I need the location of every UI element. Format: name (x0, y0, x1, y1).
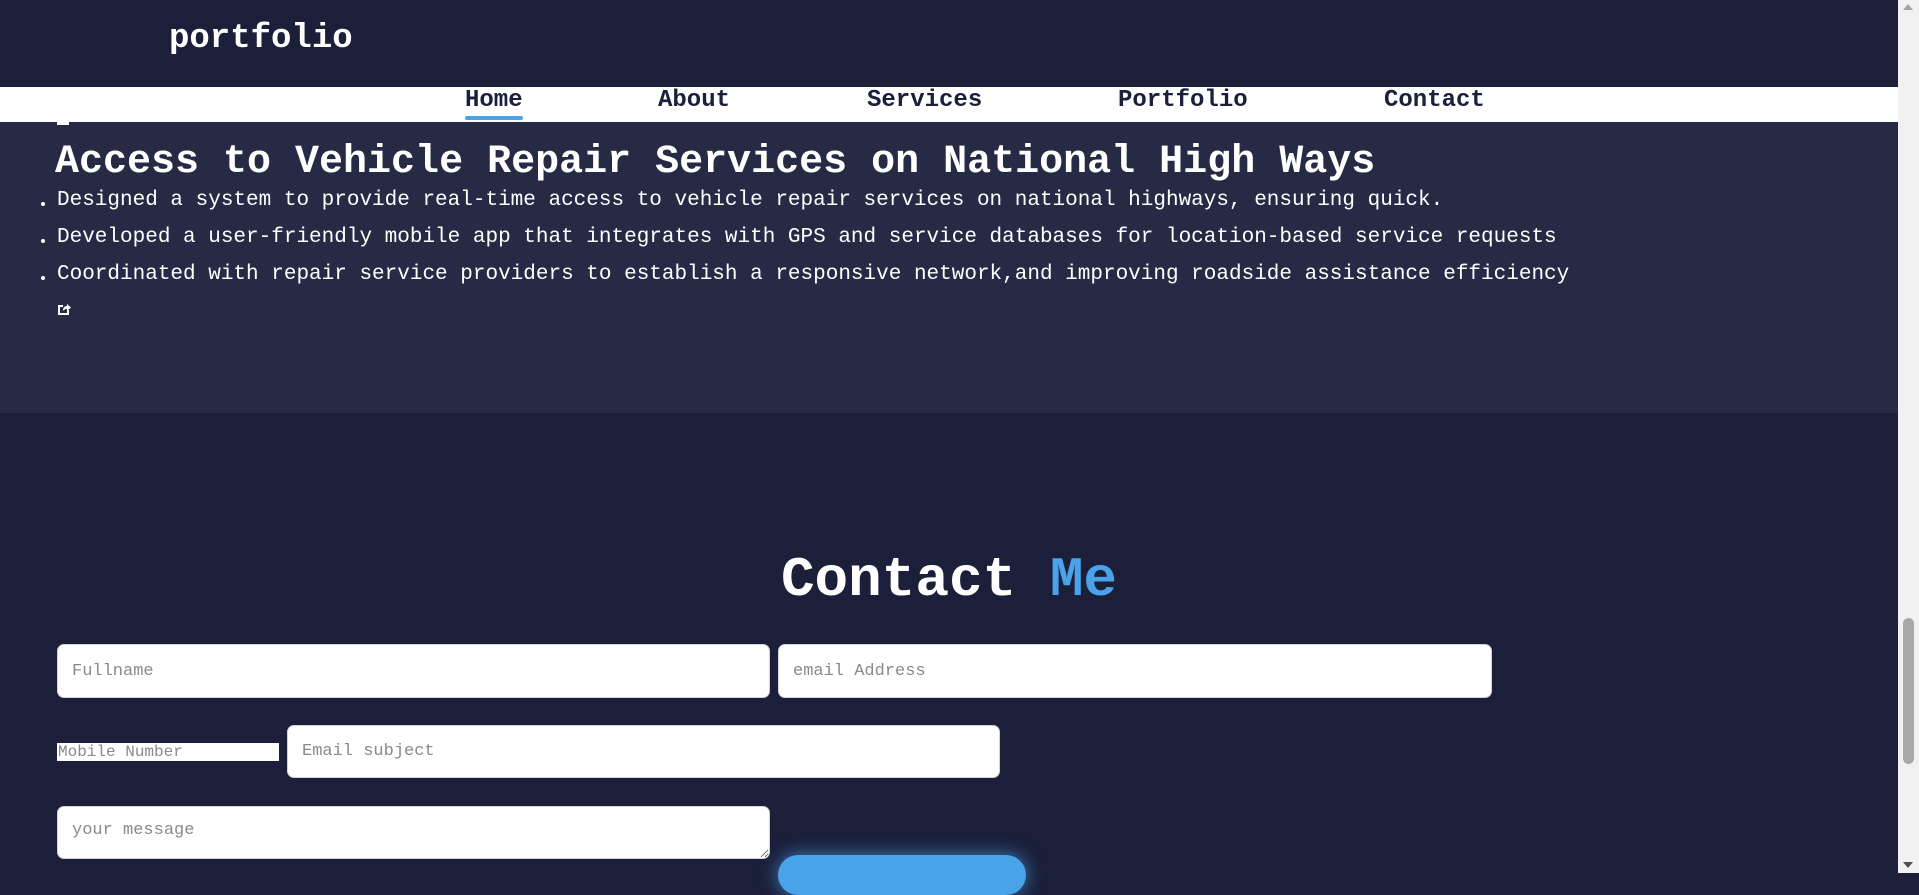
nav-item-contact[interactable]: Contact (1384, 87, 1485, 122)
project-bullet-list: Designed a system to provide real-time a… (40, 186, 1569, 297)
submit-button[interactable] (778, 855, 1026, 895)
contact-title-main: Contact (780, 548, 1017, 612)
list-item: Developed a user-friendly mobile app tha… (40, 223, 1569, 260)
list-item: Designed a system to provide real-time a… (40, 186, 1569, 223)
list-item: Coordinated with repair service provider… (40, 260, 1569, 297)
contact-title: Contact Me (0, 548, 1898, 612)
message-textarea[interactable] (57, 806, 770, 859)
nav-item-portfolio[interactable]: Portfolio (1118, 87, 1248, 122)
main-nav: Home About Services Portfolio Contact (0, 87, 1898, 122)
project-section: Access to Vehicle Repair Services on Nat… (0, 122, 1898, 413)
scroll-thumb[interactable] (1903, 618, 1914, 764)
scroll-up-arrow-icon[interactable] (1903, 4, 1913, 10)
nav-item-home[interactable]: Home (465, 87, 523, 122)
external-link-icon[interactable] (56, 301, 72, 317)
nav-item-services[interactable]: Services (867, 87, 982, 122)
email-address-input[interactable] (778, 644, 1492, 698)
fullname-input[interactable] (57, 644, 770, 698)
contact-title-accent: Me (1049, 548, 1118, 612)
page-scrollbar[interactable] (1898, 0, 1919, 873)
nav-item-about[interactable]: About (658, 87, 730, 122)
project-title: Access to Vehicle Repair Services on Nat… (55, 140, 1376, 185)
partial-bullet-mark (57, 122, 69, 125)
site-logo[interactable]: portfolio (169, 20, 353, 58)
email-subject-input[interactable] (287, 725, 1000, 778)
site-header: portfolio (0, 0, 1898, 87)
scroll-down-arrow-icon[interactable] (1903, 862, 1913, 868)
mobile-number-input[interactable] (57, 743, 279, 761)
